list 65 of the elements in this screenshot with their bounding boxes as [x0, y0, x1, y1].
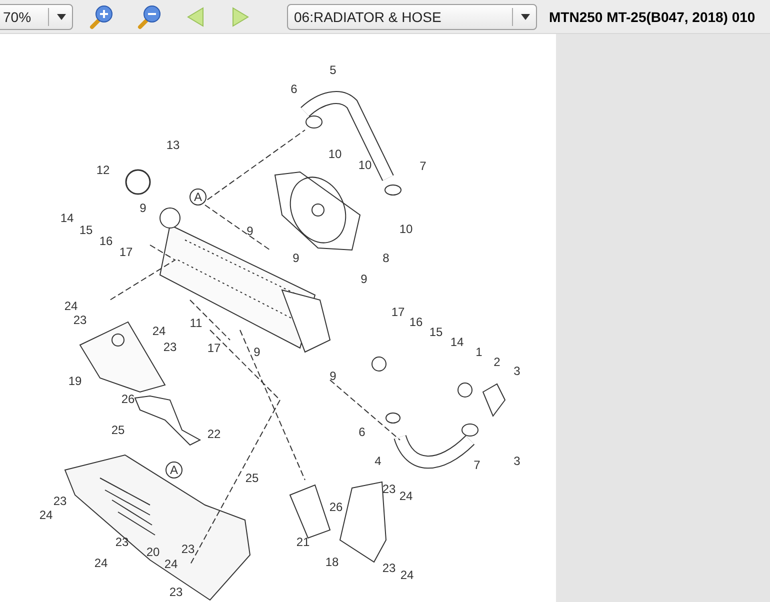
- model-title: MTN250 MT-25(B047, 2018) 010: [549, 8, 756, 24]
- part-number: 24: [64, 299, 78, 313]
- part-number: 23: [115, 535, 129, 549]
- part-number: 22: [207, 427, 221, 441]
- part-number: 7: [474, 458, 480, 472]
- part-number: 24: [94, 556, 108, 570]
- part-number: 17: [119, 245, 133, 259]
- part-number: 3: [514, 454, 520, 468]
- part-number: 23: [73, 313, 87, 327]
- part-number: 2: [494, 355, 500, 369]
- part-number: 25: [245, 471, 259, 485]
- part-number: 24: [39, 508, 53, 522]
- part-number: 16: [409, 315, 423, 329]
- part-number: 20: [146, 545, 160, 559]
- zoom-in-icon[interactable]: [89, 4, 115, 30]
- part-number: 13: [166, 138, 180, 152]
- part-number: 14: [450, 335, 464, 349]
- part-number: 24: [399, 489, 413, 503]
- part-number: 15: [79, 223, 93, 237]
- part-number: 4: [374, 454, 382, 468]
- part-number: 23: [181, 542, 195, 556]
- part-number: 9: [140, 201, 146, 215]
- part-number: 9: [246, 224, 254, 238]
- part-number: 9: [330, 369, 336, 383]
- part-number: 25: [111, 423, 125, 437]
- part-number: 8: [382, 251, 390, 265]
- part-number: 17: [207, 341, 221, 355]
- part-number: 24: [164, 557, 178, 571]
- reference-mark: A: [166, 462, 182, 478]
- part-number: 9: [292, 251, 300, 265]
- section-dropdown[interactable]: 06:RADIATOR & HOSE: [287, 4, 537, 30]
- part-number: 10: [358, 158, 372, 172]
- part-number: 23: [53, 494, 67, 508]
- part-number: 9: [360, 272, 368, 286]
- zoom-out-icon[interactable]: [137, 4, 163, 30]
- part-number: 9: [254, 345, 260, 359]
- part-number: 6: [358, 425, 366, 439]
- part-number: 23: [163, 340, 177, 354]
- part-number: 7: [420, 159, 426, 173]
- part-number: 23: [382, 482, 396, 496]
- part-number: 10: [399, 222, 413, 236]
- part-number: 14: [60, 211, 74, 225]
- part-number: 5: [330, 63, 336, 77]
- part-number: 21: [296, 535, 310, 549]
- reference-mark: A: [190, 188, 206, 206]
- part-number: 3: [514, 364, 520, 378]
- part-number: 12: [96, 163, 110, 177]
- part-number: 16: [99, 234, 113, 248]
- part-number: 1: [476, 345, 482, 359]
- part-number: 10: [328, 147, 342, 161]
- part-number: 15: [429, 325, 443, 339]
- caret-icon: [521, 14, 530, 20]
- part-number: 17: [391, 305, 405, 319]
- part-number: 6: [290, 82, 298, 96]
- caret-icon: [57, 14, 66, 20]
- part-number: 11: [190, 316, 202, 330]
- part-number: 18: [325, 555, 339, 569]
- part-number: 23: [169, 585, 183, 599]
- part-number: 26: [121, 392, 135, 406]
- part-number: 26: [329, 500, 343, 514]
- part-number: 24: [152, 324, 166, 338]
- zoom-dropdown[interactable]: 70%: [0, 4, 73, 30]
- part-number: 24: [400, 568, 414, 582]
- part-number: 23: [382, 561, 396, 575]
- part-number: 19: [68, 374, 82, 388]
